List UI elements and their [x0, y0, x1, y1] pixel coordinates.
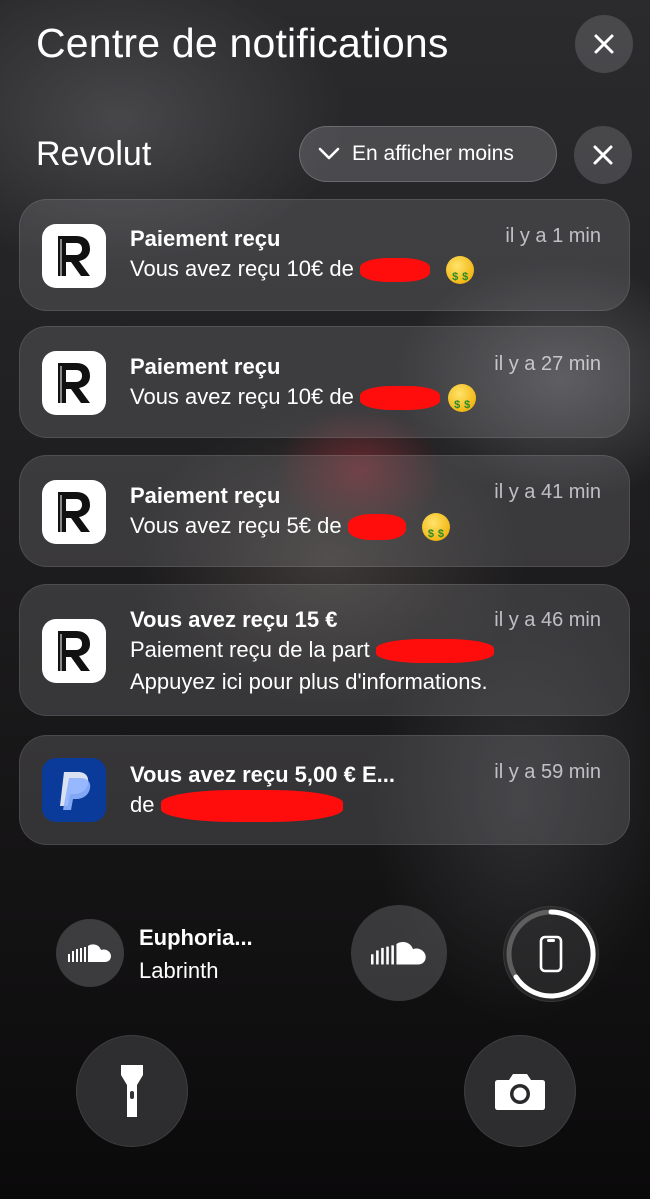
notification-card[interactable]: Paiement reçu il y a 41 min Vous avez re…: [19, 455, 630, 567]
redaction: [359, 386, 440, 411]
revolut-app-icon: [42, 351, 106, 415]
notification-body-text: Paiement reçu de la part: [130, 637, 370, 662]
money-mouth-face-icon: [421, 513, 450, 550]
flashlight-icon: [121, 1065, 143, 1117]
camera-button[interactable]: [464, 1035, 576, 1147]
redaction: [160, 790, 343, 823]
notification-body: de: [130, 789, 343, 823]
close-icon: [594, 34, 614, 54]
notification-body: Vous avez reçu 10€ de: [130, 253, 475, 293]
notification-body-text: Vous avez reçu 5€ de: [130, 513, 342, 538]
notification-body-text: de: [130, 792, 155, 817]
revolut-app-icon: [42, 480, 106, 544]
notification-time: il y a 1 min: [505, 225, 601, 247]
soundcloud-icon[interactable]: [56, 919, 124, 987]
redaction: [375, 639, 494, 664]
close-icon: [593, 145, 613, 165]
notification-time: il y a 59 min: [494, 761, 601, 783]
show-less-button[interactable]: En afficher moins: [299, 126, 557, 182]
money-mouth-face-icon: [448, 384, 477, 421]
show-less-label: En afficher moins: [352, 142, 514, 165]
phone-output-button[interactable]: [503, 906, 599, 1002]
notification-body: Vous avez reçu 5€ de: [130, 510, 450, 550]
chevron-down-icon: [318, 147, 340, 160]
notification-title: Paiement reçu: [130, 483, 281, 508]
group-title: Revolut: [36, 135, 152, 173]
camera-icon: [495, 1074, 545, 1110]
notification-title: Vous avez reçu 5,00 € E...: [130, 762, 395, 787]
revolut-app-icon: [42, 619, 106, 683]
notification-card[interactable]: Vous avez reçu 5,00 € E... il y a 59 min…: [19, 735, 630, 845]
notification-body: Paiement reçu de la part: [130, 634, 494, 666]
close-notification-center-button[interactable]: [575, 15, 633, 73]
flashlight-button[interactable]: [76, 1035, 188, 1147]
media-track-title: Euphoria...: [139, 925, 253, 950]
phone-icon: [539, 935, 563, 973]
notification-title: Vous avez reçu 15 €: [130, 607, 338, 632]
notification-card[interactable]: Paiement reçu il y a 27 min Vous avez re…: [19, 326, 630, 438]
notification-body: Vous avez reçu 10€ de: [130, 381, 477, 421]
notification-title: Paiement reçu: [130, 354, 281, 379]
notification-body-text: Vous avez reçu 10€ de: [130, 256, 354, 281]
redaction: [347, 514, 406, 541]
soundcloud-icon: [371, 942, 426, 965]
media-artist: Labrinth: [139, 958, 219, 983]
notification-title: Paiement reçu: [130, 226, 281, 251]
notification-card[interactable]: Vous avez reçu 15 € il y a 46 min Paieme…: [19, 584, 630, 716]
soundcloud-app-button[interactable]: [351, 905, 447, 1001]
paypal-app-icon: [42, 758, 106, 822]
notification-time: il y a 27 min: [494, 353, 601, 375]
notification-body-line2: Appuyez ici pour plus d'informations.: [130, 669, 488, 694]
notification-card[interactable]: Paiement reçu il y a 1 min Vous avez reç…: [19, 199, 630, 311]
revolut-app-icon: [42, 224, 106, 288]
close-group-button[interactable]: [574, 126, 632, 184]
notification-body-text: Vous avez reçu 10€ de: [130, 384, 354, 409]
money-mouth-face-icon: [446, 256, 475, 293]
notification-time: il y a 46 min: [494, 609, 601, 631]
redaction: [359, 258, 430, 283]
page-title: Centre de notifications: [36, 20, 449, 66]
notification-time: il y a 41 min: [494, 481, 601, 503]
